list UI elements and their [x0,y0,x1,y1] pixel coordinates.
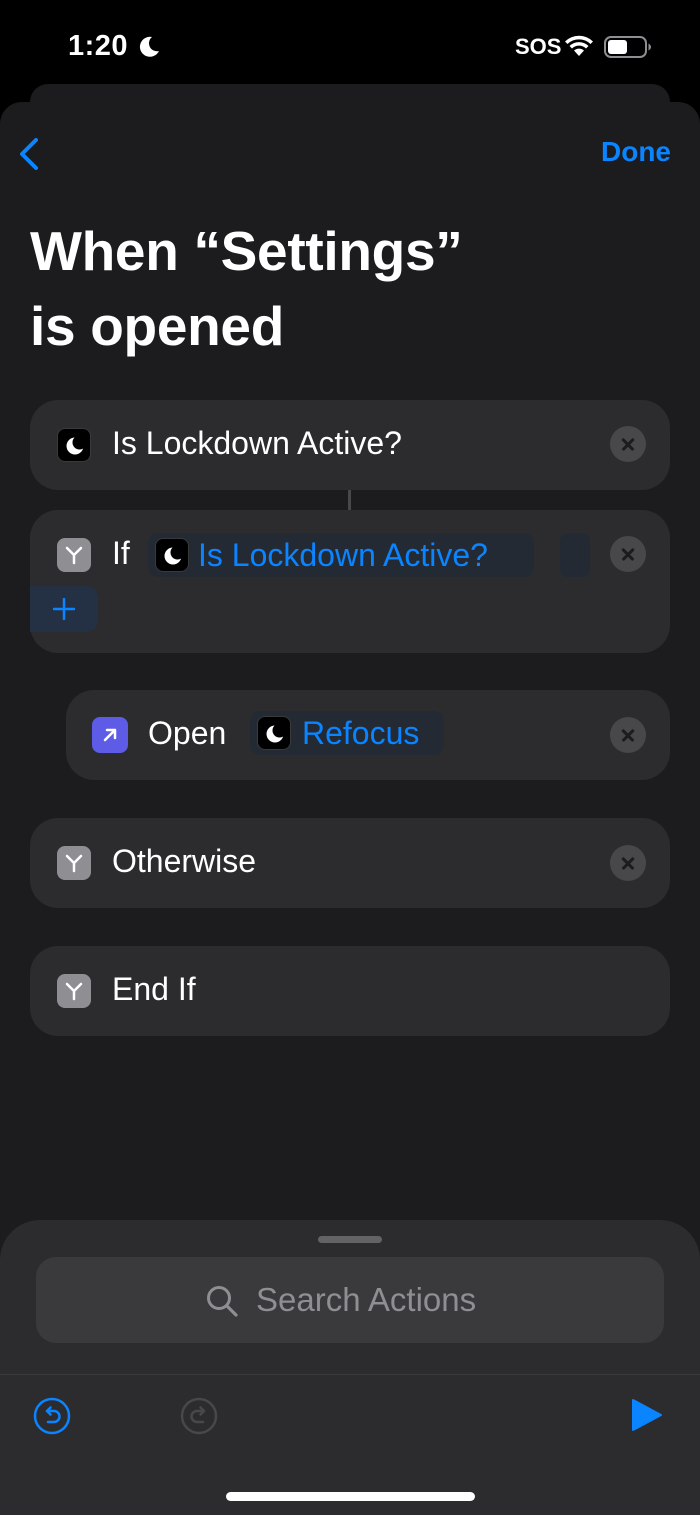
back-button[interactable] [14,132,44,176]
action-connector [348,490,351,510]
status-bar: 1:20 SOS [0,0,700,90]
done-button[interactable]: Done [601,136,671,168]
search-placeholder: Search Actions [256,1281,477,1318]
wifi-icon [565,35,593,56]
title-line-2: is opened [30,295,285,357]
carrier-label: SOS [515,34,562,59]
token-label: Is Lockdown Active? [198,537,488,573]
redo-icon[interactable] [180,1397,218,1435]
page-title: When “Settings” is opened [30,214,630,364]
plus-icon [53,598,75,620]
action-end-if[interactable]: End If [30,946,670,1036]
moon-icon [139,36,159,57]
panel-grabber[interactable] [318,1236,382,1243]
home-indicator [226,1492,475,1501]
remove-action-button[interactable] [610,845,646,881]
remove-action-button[interactable] [610,717,646,753]
action-label: Open [148,715,227,751]
condition-token[interactable]: Is Lockdown Active? [148,533,534,577]
scripting-if-icon [57,538,91,572]
toolbar-divider [0,1374,700,1375]
play-icon[interactable] [628,1397,664,1433]
remove-action-button[interactable] [610,536,646,572]
moon-app-icon [57,428,91,462]
add-condition-button[interactable] [30,586,98,632]
action-label: Is Lockdown Active? [112,425,402,461]
undo-icon[interactable] [33,1397,71,1435]
battery-icon [604,36,651,58]
search-actions-field[interactable]: Search Actions [36,1257,664,1343]
scripting-if-icon [57,846,91,880]
title-line-1: When “Settings” [30,220,463,282]
action-label: Otherwise [112,843,257,879]
action-otherwise[interactable]: Otherwise [30,818,670,908]
moon-app-icon [257,716,291,750]
open-app-arrow-icon [92,717,128,753]
app-token[interactable]: Refocus [250,711,444,755]
action-is-lockdown-active[interactable]: Is Lockdown Active? [30,400,670,490]
action-label: If [112,535,130,571]
moon-app-icon [155,538,189,572]
scripting-if-icon [57,974,91,1008]
token-label: Refocus [302,715,420,751]
action-search-panel: Search Actions [0,1220,700,1515]
action-open-app[interactable]: Open Refocus [66,690,670,780]
magnifying-glass-icon [207,1286,238,1317]
action-if[interactable]: If Is Lockdown Active? [30,510,670,653]
remove-action-button[interactable] [610,426,646,462]
action-label: End If [112,971,196,1007]
condition-operator-token[interactable] [560,533,590,577]
status-time: 1:20 [68,30,129,62]
